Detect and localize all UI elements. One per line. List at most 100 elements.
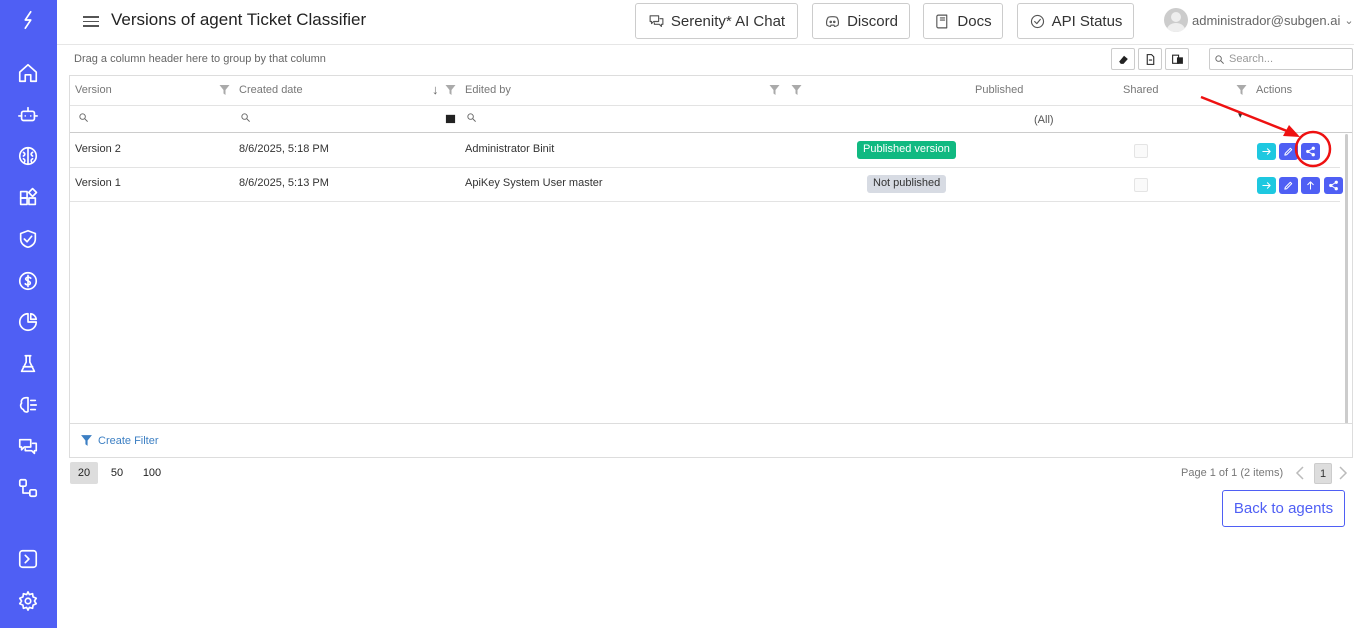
create-filter-link[interactable]: Create Filter [70,423,1352,457]
cell-edited-by: Administrator Binit [465,143,555,155]
next-page-icon[interactable] [1338,465,1348,481]
status-badge: Not published [867,175,947,193]
sidebar [0,0,57,628]
share-icon [1306,146,1315,157]
column-header-actions: Actions [1256,84,1293,96]
page-info: Page 1 of 1 (2 items) [1181,467,1284,479]
discord-icon [826,15,840,27]
user-menu[interactable]: administrador@subgen.ai ⌄ [1164,8,1354,32]
serenity-chat-button[interactable]: Serenity* AI Chat [635,3,798,39]
avatar [1164,8,1188,32]
terminal-icon[interactable] [14,545,42,573]
docs-label: Docs [957,12,992,30]
column-chooser-icon [1171,54,1183,64]
shared-checkbox[interactable] [1134,178,1148,192]
open-version-button[interactable] [1257,143,1276,160]
publish-icon [1307,181,1314,190]
serenity-chat-label: Serenity* AI Chat [670,12,786,30]
search-icon[interactable] [466,112,477,123]
cell-edited-by: ApiKey System User master [465,177,603,189]
api-status-button[interactable]: API Status [1017,3,1134,39]
open-version-button[interactable] [1257,177,1276,194]
arrow-right-icon [1262,182,1271,189]
search-icon[interactable] [240,112,251,123]
pie-chart-icon[interactable] [14,308,42,336]
table-row[interactable]: Version 2 8/6/2025, 5:18 PM Administrato… [70,134,1340,168]
chat-bubbles-icon [649,14,664,27]
search-placeholder: Search... [1229,53,1274,65]
edit-icon [1284,147,1293,156]
column-header-created-date[interactable]: Created date [239,84,303,96]
filter-icon[interactable] [1235,84,1248,96]
page-title: Versions of agent Ticket Classifier [111,10,367,29]
edit-icon [1284,181,1293,190]
flask-icon[interactable] [14,350,42,378]
status-badge: Published version [857,141,956,159]
logo-icon[interactable] [14,6,42,34]
calendar-icon[interactable] [445,113,456,124]
column-header-shared[interactable]: Shared [1123,84,1158,96]
brain-icon[interactable] [14,142,42,170]
share-icon [1329,180,1338,191]
share-version-button[interactable] [1301,143,1320,160]
check-badge-icon [1030,14,1044,28]
shared-checkbox[interactable] [1134,144,1148,158]
user-email: administrador@subgen.ai [1192,12,1341,28]
filter-icon [81,435,92,446]
current-page[interactable]: 1 [1314,463,1332,484]
create-filter-label: Create Filter [98,434,159,447]
eraser-icon [1118,55,1128,64]
cell-version: Version 2 [75,143,121,155]
apps-icon[interactable] [14,184,42,212]
filter-icon[interactable] [768,84,781,96]
prev-page-icon[interactable] [1295,465,1305,481]
export-button[interactable] [1138,48,1162,70]
home-icon[interactable] [14,59,42,87]
page-size-20[interactable]: 20 [70,462,98,484]
chevron-down-icon: ⌄ [1344,14,1354,27]
published-filter-select[interactable]: (All) [1034,114,1054,126]
column-chooser-button[interactable] [1165,48,1189,70]
column-header-published[interactable]: Published [975,84,1023,96]
docs-button[interactable]: Docs [923,3,1003,39]
column-header-edited-by[interactable]: Edited by [465,84,511,96]
edit-version-button[interactable] [1279,177,1298,194]
shield-icon[interactable] [14,225,42,253]
top-bar: Versions of agent Ticket Classifier Sere… [57,0,1354,45]
discord-button[interactable]: Discord [812,3,910,39]
cell-created-date: 8/6/2025, 5:18 PM [239,143,329,155]
robot-icon[interactable] [14,101,42,129]
file-export-icon [1146,53,1154,65]
workflow-icon[interactable] [14,474,42,502]
share-version-button[interactable] [1324,177,1343,194]
page-size-50[interactable]: 50 [104,462,130,484]
filter-icon[interactable] [218,84,231,96]
table-row[interactable]: Version 1 8/6/2025, 5:13 PM ApiKey Syste… [70,168,1343,202]
book-icon [936,14,948,28]
grid-search-input[interactable]: Search... [1209,48,1353,70]
sort-descending-icon: ↓ [432,82,439,97]
filter-icon[interactable] [444,84,457,96]
clear-filter-button[interactable] [1111,48,1135,70]
chevron-down-icon[interactable]: ▾ [1238,110,1243,121]
group-panel-hint: Drag a column header here to group by th… [74,53,326,65]
versions-grid: Version Created date ↓ Edited by Publish… [69,75,1353,458]
filter-icon[interactable] [790,84,803,96]
grid-header: Version Created date ↓ Edited by Publish… [70,76,1352,106]
chat-icon[interactable] [14,433,42,461]
back-to-agents-button[interactable]: Back to agents [1222,490,1345,527]
hamburger-menu-icon[interactable] [83,13,99,29]
edit-version-button[interactable] [1279,143,1298,160]
api-status-label: API Status [1051,12,1123,30]
discord-label: Discord [847,12,898,30]
vertical-scrollbar[interactable] [1345,134,1348,424]
publish-version-button[interactable] [1301,177,1320,194]
filter-row: (All) ▾ [70,107,1352,133]
column-header-version[interactable]: Version [75,84,112,96]
dollar-icon[interactable] [14,267,42,295]
page-size-100[interactable]: 100 [138,462,166,484]
arrow-right-icon [1262,148,1271,155]
search-icon[interactable] [78,112,89,123]
ai-brain-icon[interactable] [14,391,42,419]
gear-icon[interactable] [14,587,42,615]
